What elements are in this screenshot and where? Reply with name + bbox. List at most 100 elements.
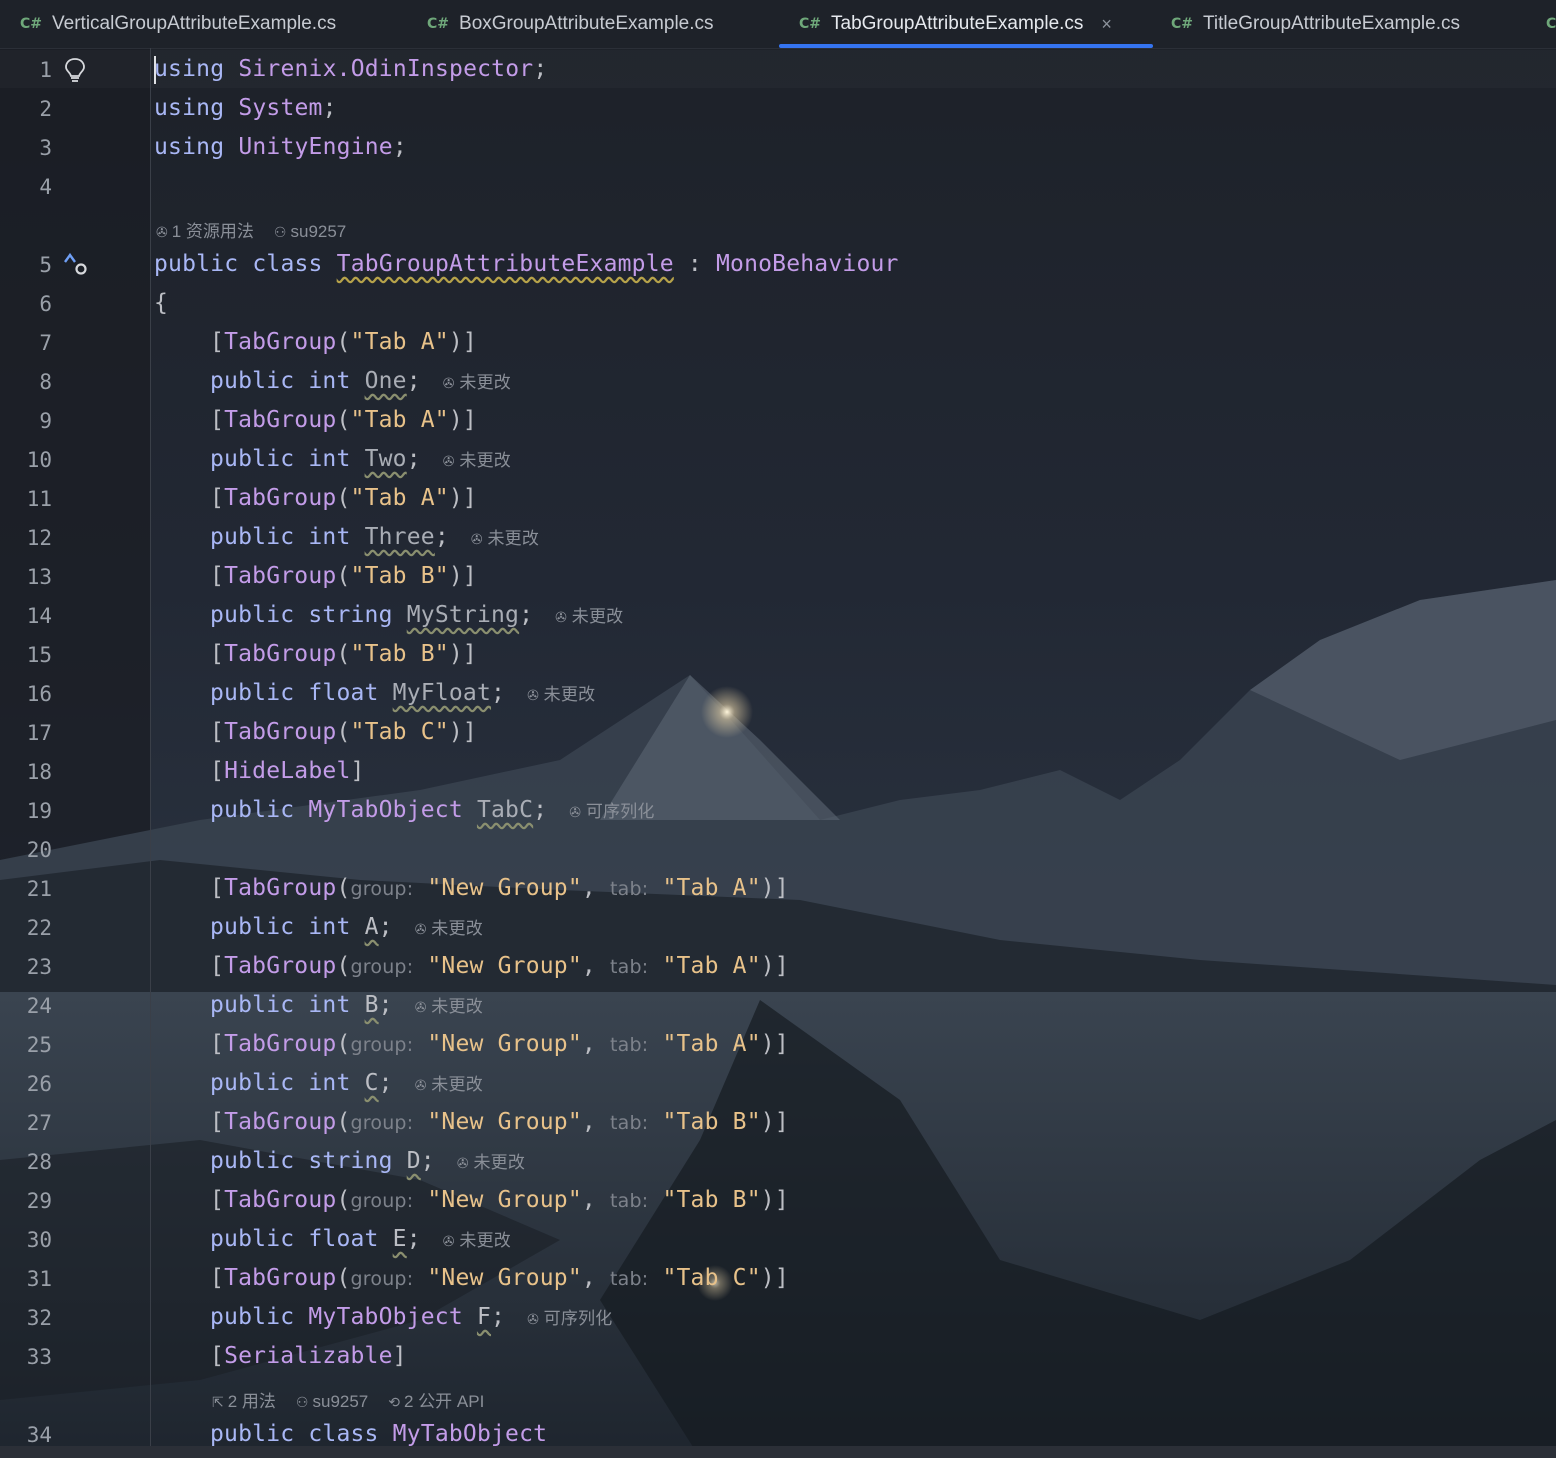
line-number[interactable]: 16 [0, 682, 52, 706]
line-number[interactable]: 7 [0, 331, 52, 355]
hint-text: 未更改 [459, 1231, 511, 1251]
code-line-27[interactable]: [TabGroup(group: "New Group", tab: "Tab … [210, 1109, 789, 1135]
usages-count[interactable]: 1 资源用法 [172, 222, 254, 241]
lightbulb-icon[interactable] [64, 57, 86, 83]
unity-serialization-hint[interactable]: ✇ 未更改 [443, 1231, 511, 1251]
code-line-17[interactable]: [TabGroup("Tab C")] [210, 719, 477, 745]
unity-icon: ✇ [569, 805, 586, 821]
code-line-1[interactable]: using Sirenix.OdinInspector; [154, 56, 547, 82]
line-number[interactable]: 29 [0, 1189, 52, 1213]
line-number[interactable]: 23 [0, 955, 52, 979]
unity-serialization-hint[interactable]: ✇ 未更改 [443, 373, 511, 393]
author[interactable]: su9257 [312, 1392, 368, 1411]
code-line-22[interactable]: public int A; ✇ 未更改 [210, 914, 483, 940]
code-line-30[interactable]: public float E; ✇ 未更改 [210, 1226, 511, 1252]
code-line-12[interactable]: public int Three; ✇ 未更改 [210, 524, 539, 550]
line-number[interactable]: 5 [0, 253, 52, 277]
line-number[interactable]: 28 [0, 1150, 52, 1174]
line-number[interactable]: 17 [0, 721, 52, 745]
line-number[interactable]: 6 [0, 292, 52, 316]
code-line-9[interactable]: [TabGroup("Tab A")] [210, 407, 477, 433]
class-codelens[interactable]: ✇ 1 资源用法 ⚇ su9257 [156, 217, 346, 242]
unity-serialization-hint[interactable]: ✇ 未更改 [555, 607, 623, 627]
unity-serialization-hint[interactable]: ✇ 未更改 [415, 997, 483, 1017]
line-number[interactable]: 21 [0, 877, 52, 901]
nested-class-codelens[interactable]: ⇱ 2 用法 ⚇ su9257 ⟲ 2 公开 API [212, 1387, 484, 1412]
code-line-29[interactable]: [TabGroup(group: "New Group", tab: "Tab … [210, 1187, 789, 1213]
attribute-name: Serializable [224, 1343, 393, 1369]
line-number[interactable]: 20 [0, 838, 52, 862]
unity-serialization-hint[interactable]: ✇ 可序列化 [527, 1309, 612, 1329]
code-line-31[interactable]: [TabGroup(group: "New Group", tab: "Tab … [210, 1265, 789, 1291]
type-name: float [308, 680, 379, 706]
tab-box-group[interactable]: C# BoxGroupAttributeExample.cs [427, 0, 714, 48]
unity-serialization-hint[interactable]: ✇ 未更改 [415, 1075, 483, 1095]
code-line-15[interactable]: [TabGroup("Tab B")] [210, 641, 477, 667]
code-line-7[interactable]: [TabGroup("Tab A")] [210, 329, 477, 355]
line-number[interactable]: 13 [0, 565, 52, 589]
close-icon[interactable]: × [1101, 14, 1112, 35]
line-number[interactable]: 27 [0, 1111, 52, 1135]
line-number[interactable]: 26 [0, 1072, 52, 1096]
tab-tab-group[interactable]: C# TabGroupAttributeExample.cs × [779, 0, 1153, 48]
code-line-23[interactable]: [TabGroup(group: "New Group", tab: "Tab … [210, 953, 789, 979]
implemented-icon[interactable] [62, 250, 90, 278]
tab-overflow[interactable]: C [1546, 0, 1556, 48]
line-number[interactable]: 33 [0, 1345, 52, 1369]
unity-serialization-hint[interactable]: ✇ 未更改 [415, 919, 483, 939]
code-line-25[interactable]: [TabGroup(group: "New Group", tab: "Tab … [210, 1031, 789, 1057]
code-line-5[interactable]: public class TabGroupAttributeExample : … [154, 251, 899, 277]
line-number[interactable]: 3 [0, 136, 52, 160]
code-line-21[interactable]: [TabGroup(group: "New Group", tab: "Tab … [210, 875, 789, 901]
unity-serialization-hint[interactable]: ✇ 未更改 [443, 451, 511, 471]
code-line-8[interactable]: public int One; ✇ 未更改 [210, 368, 511, 394]
usages-count[interactable]: 2 用法 [228, 1392, 276, 1411]
line-number[interactable]: 2 [0, 97, 52, 121]
line-number[interactable]: 15 [0, 643, 52, 667]
code-line-34[interactable]: public class MyTabObject [210, 1421, 547, 1447]
line-number[interactable]: 8 [0, 370, 52, 394]
line-number[interactable]: 25 [0, 1033, 52, 1057]
code-line-19[interactable]: public MyTabObject TabC; ✇ 可序列化 [210, 797, 655, 823]
code-line-11[interactable]: [TabGroup("Tab A")] [210, 485, 477, 511]
line-number[interactable]: 4 [0, 175, 52, 199]
line-number[interactable]: 18 [0, 760, 52, 784]
code-line-16[interactable]: public float MyFloat; ✇ 未更改 [210, 680, 595, 706]
line-number[interactable]: 34 [0, 1423, 52, 1447]
unity-serialization-hint[interactable]: ✇ 未更改 [457, 1153, 525, 1173]
code-line-6[interactable]: { [154, 290, 168, 316]
code-line-10[interactable]: public int Two; ✇ 未更改 [210, 446, 511, 472]
code-line-13[interactable]: [TabGroup("Tab B")] [210, 563, 477, 589]
line-number[interactable]: 9 [0, 409, 52, 433]
line-number[interactable]: 22 [0, 916, 52, 940]
tab-vertical-group[interactable]: C# VerticalGroupAttributeExample.cs [20, 0, 336, 48]
tab-title-group[interactable]: C# TitleGroupAttributeExample.cs [1171, 0, 1460, 48]
line-number[interactable]: 12 [0, 526, 52, 550]
line-number[interactable]: 14 [0, 604, 52, 628]
code-line-32[interactable]: public MyTabObject F; ✇ 可序列化 [210, 1304, 612, 1330]
attribute-name: TabGroup [224, 641, 337, 667]
line-number[interactable]: 1 [0, 58, 52, 82]
code-line-18[interactable]: [HideLabel] [210, 758, 365, 784]
line-number[interactable]: 30 [0, 1228, 52, 1252]
line-number[interactable]: 24 [0, 994, 52, 1018]
unity-serialization-hint[interactable]: ✇ 可序列化 [569, 802, 654, 822]
code-line-14[interactable]: public string MyString; ✇ 未更改 [210, 602, 623, 628]
code-line-28[interactable]: public string D; ✇ 未更改 [210, 1148, 525, 1174]
unity-serialization-hint[interactable]: ✇ 未更改 [527, 685, 595, 705]
line-number[interactable]: 11 [0, 487, 52, 511]
code-line-26[interactable]: public int C; ✇ 未更改 [210, 1070, 483, 1096]
field-name: Two [364, 446, 407, 472]
api-count[interactable]: 2 公开 API [404, 1392, 484, 1411]
line-number[interactable]: 19 [0, 799, 52, 823]
code-line-24[interactable]: public int B; ✇ 未更改 [210, 992, 483, 1018]
unity-serialization-hint[interactable]: ✇ 未更改 [471, 529, 539, 549]
code-line-2[interactable]: using System; [154, 95, 337, 121]
code-line-33[interactable]: [Serializable] [210, 1343, 407, 1369]
author[interactable]: su9257 [290, 222, 346, 241]
code-line-3[interactable]: using UnityEngine; [154, 134, 407, 160]
line-number[interactable]: 31 [0, 1267, 52, 1291]
line-number[interactable]: 32 [0, 1306, 52, 1330]
line-number[interactable]: 10 [0, 448, 52, 472]
field-name: MyFloat [392, 680, 492, 706]
